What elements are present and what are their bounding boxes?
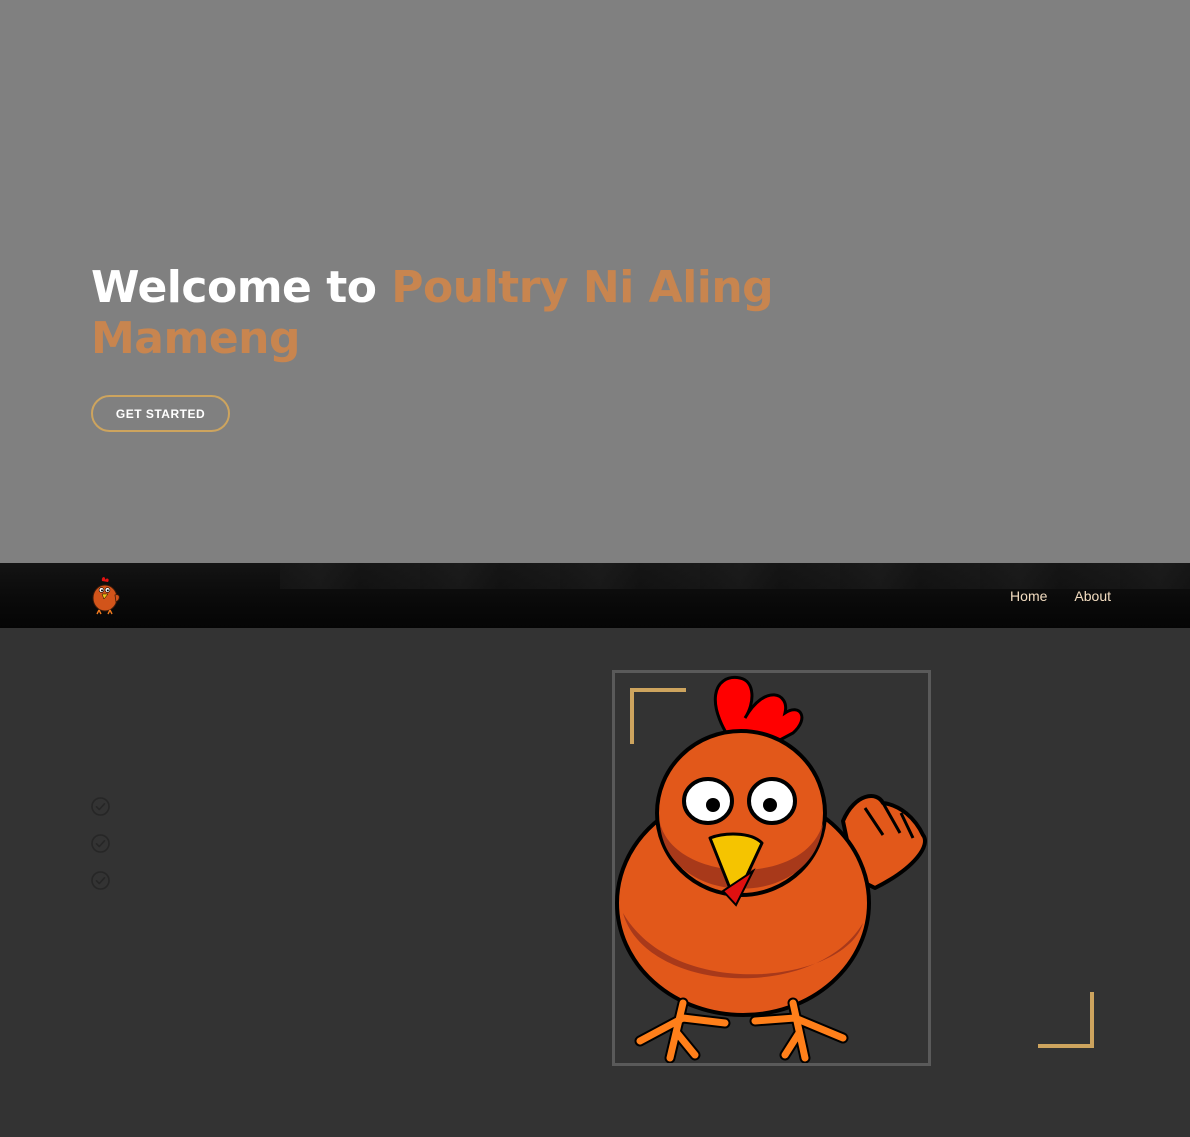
list-item bbox=[90, 796, 111, 833]
nav-link-about[interactable]: About bbox=[1074, 586, 1111, 606]
chicken-logo-icon[interactable] bbox=[88, 575, 122, 615]
frame-corner-bottom-right bbox=[1038, 992, 1094, 1048]
hero-section: Welcome to Poultry Ni Aling Mameng GET S… bbox=[0, 0, 1190, 563]
nav-link-home[interactable]: Home bbox=[1010, 586, 1047, 606]
nav-links: Home About bbox=[1010, 586, 1111, 606]
check-circle-icon bbox=[91, 834, 110, 853]
hero-title: Welcome to Poultry Ni Aling Mameng bbox=[91, 262, 791, 364]
list-item bbox=[90, 833, 111, 870]
check-circle-icon bbox=[91, 871, 110, 890]
frame-corner-top-left bbox=[630, 688, 686, 744]
feature-checklist bbox=[90, 796, 111, 907]
check-circle-icon bbox=[91, 797, 110, 816]
get-started-button[interactable]: GET STARTED bbox=[91, 395, 230, 432]
list-item bbox=[90, 870, 111, 907]
hero-title-white: Welcome to bbox=[91, 262, 392, 313]
